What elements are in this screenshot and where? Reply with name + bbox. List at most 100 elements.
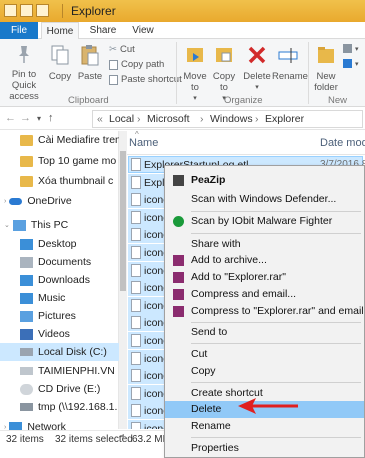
recent-locations-chevron-icon[interactable]: ▾ [37,114,41,123]
rename-button[interactable]: Rename [272,44,308,82]
new-group-label: New [328,95,348,106]
menu-item-peazip[interactable]: PeaZip [165,172,364,189]
tab-view[interactable]: View [127,22,159,39]
nav-item-desktop[interactable]: Desktop [0,235,119,253]
move-to-button[interactable]: Move to ▾ [181,44,209,104]
pin-icon [19,46,29,63]
menu-item-compress-email[interactable]: Compress and email... [165,286,364,303]
easy-access-icon [343,59,352,68]
crumb-microsoft[interactable]: Microsoft [147,113,190,125]
navigation-pane: Cài Mediafire tren Top 10 game mo Xóa th… [0,131,119,433]
pin-quick-access-button[interactable]: Pin to Quick access [2,44,46,102]
crumb-separator-icon[interactable]: › [137,113,141,125]
menu-item-label: Add to archive... [191,254,267,266]
nav-item-onedrive[interactable]: › OneDrive [0,192,119,210]
drive-icon [20,348,33,356]
nav-item[interactable]: Cài Mediafire tren [0,131,119,149]
menu-item-copy[interactable]: Copy [165,363,364,380]
crumb-local[interactable]: Local [109,113,134,125]
forward-arrow-icon[interactable]: → [20,112,31,124]
column-date-header[interactable]: Date modi [320,137,365,149]
paste-shortcut-button[interactable]: Paste shortcut [109,74,182,85]
menu-item-scan-defender[interactable]: Scan with Windows Defender... [165,191,364,208]
checkmark-icon[interactable] [20,4,33,17]
nav-item-music[interactable]: Music [0,289,119,307]
cd-drive-icon [20,383,33,395]
menu-item-cut[interactable]: Cut [165,346,364,363]
ribbon-divider-2 [308,42,309,104]
address-field[interactable]: « Local › Microsoft › Windows › Explorer [92,110,363,128]
winrar-icon [173,306,184,317]
menu-item-properties[interactable]: Properties [165,440,364,457]
nav-item-this-pc[interactable]: ⌄ This PC [0,216,119,234]
menu-item-label: Compress and email... [191,288,297,300]
file-icon [131,351,141,365]
menu-separator [191,382,361,383]
collapse-chevron-icon[interactable]: ⌄ [4,221,10,229]
copy-path-button[interactable]: Copy path [109,59,164,70]
scissors-icon: ✂ [109,44,117,55]
nav-item-network-share[interactable]: tmp (\\192.168.1. [0,398,119,416]
nav-item-cd-drive[interactable]: CD Drive (E:) [0,380,119,398]
nav-item-downloads[interactable]: Downloads [0,271,119,289]
ribbon-divider [176,42,177,104]
nav-item-label: CD Drive (E:) [38,383,101,395]
crumb-windows[interactable]: Windows [210,113,253,125]
crumb-separator-icon[interactable]: › [200,113,204,125]
nav-scrollbar-thumb[interactable] [120,151,126,291]
properties-icon[interactable] [4,4,17,17]
nav-item-taimienphi[interactable]: TAIMIENPHI.VN [0,362,119,380]
new-folder-label: New folder [314,71,338,93]
nav-item-videos[interactable]: Videos [0,325,119,343]
nav-item[interactable]: Top 10 game mo [0,152,119,170]
delete-button[interactable]: Delete ▾ [243,44,271,93]
file-icon [131,422,141,429]
menu-item-label: Share with [191,238,241,250]
move-to-icon [187,48,203,62]
cut-button[interactable]: ✂ Cut [109,44,135,55]
file-icon [131,263,141,277]
tab-file[interactable]: File [0,22,38,39]
menu-item-rename[interactable]: Rename [165,418,364,435]
overflow-chevron-icon[interactable]: « [97,113,103,125]
nav-item-documents[interactable]: Documents [0,253,119,271]
menu-separator [191,322,361,323]
new-item-button[interactable]: ▾ [343,44,359,53]
crumb-explorer[interactable]: Explorer [265,113,304,125]
new-folder-quick-icon[interactable] [36,4,49,17]
menu-item-add-archive[interactable]: Add to archive... [165,252,364,269]
menu-item-scan-iobit[interactable]: Scan by IObit Malware Fighter [165,213,364,230]
menu-item-label: Scan by IObit Malware Fighter [191,215,333,227]
new-folder-button[interactable]: New folder [312,44,340,93]
expand-chevron-icon[interactable]: › [4,198,6,205]
menu-item-send-to[interactable]: Send to [165,324,364,341]
ribbon: Pin to Quick access Copy Paste ✂ Cut Cop… [0,39,365,107]
nav-item-label: Music [38,292,66,304]
cloud-icon [9,197,23,205]
tab-share[interactable]: Share [85,22,121,39]
menu-item-compress-rar-email[interactable]: Compress to "Explorer.rar" and email [165,303,364,320]
copy-button[interactable]: Copy [48,44,72,82]
folder-icon [20,134,33,146]
nav-scrollbar[interactable] [119,131,127,429]
file-icon [131,228,141,242]
network-drive-icon [20,403,33,411]
file-icon [131,369,141,383]
menu-item-add-rar[interactable]: Add to "Explorer.rar" [165,269,364,286]
back-arrow-icon[interactable]: ← [5,112,16,124]
easy-access-chevron-icon: ▾ [355,60,359,68]
nav-item-local-disk[interactable]: Local Disk (C:) [0,343,119,361]
up-arrow-icon[interactable]: ↑ [48,112,54,124]
scroll-left-icon[interactable]: ◂ [120,431,124,440]
paste-button[interactable]: Paste [76,44,104,82]
column-name-header[interactable]: Name [129,137,158,149]
title-separator [62,4,63,18]
tab-home[interactable]: Home [41,22,79,40]
menu-item-share-with[interactable]: Share with [165,236,364,253]
file-icon [131,210,141,224]
paste-label: Paste [77,71,103,82]
crumb-separator-icon[interactable]: › [255,113,259,125]
nav-item[interactable]: Xóa thumbnail c [0,172,119,190]
nav-item-pictures[interactable]: Pictures [0,307,119,325]
easy-access-button[interactable]: ▾ [343,59,359,68]
